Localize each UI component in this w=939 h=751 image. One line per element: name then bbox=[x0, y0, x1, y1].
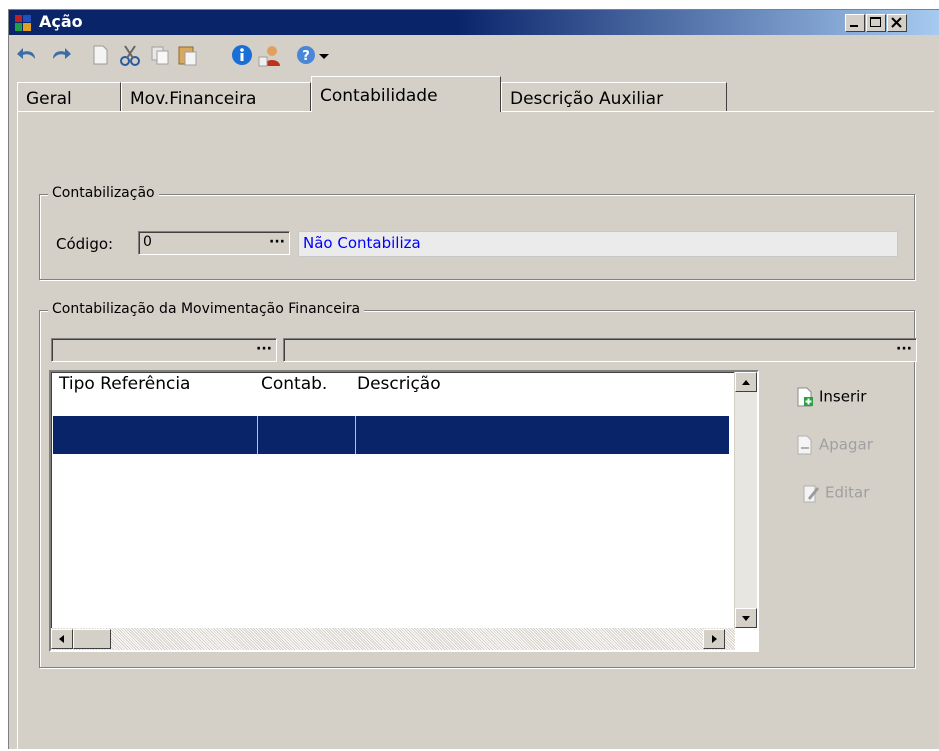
new-document-icon[interactable] bbox=[87, 43, 113, 67]
maximize-button[interactable] bbox=[866, 14, 886, 32]
dropdown-arrow-icon[interactable] bbox=[317, 43, 331, 67]
delete-document-icon bbox=[797, 435, 812, 455]
app-icon bbox=[15, 15, 31, 31]
column-header-contab[interactable]: Contab. bbox=[261, 374, 327, 394]
movimentacao-code-field[interactable]: ··· bbox=[51, 338, 277, 362]
maximize-icon bbox=[870, 17, 881, 27]
editar-button[interactable]: Editar bbox=[801, 482, 869, 504]
window-title: Ação bbox=[39, 12, 83, 31]
tab-label: Descrição Auxiliar bbox=[510, 89, 664, 109]
codigo-lookup-button[interactable]: ··· bbox=[269, 232, 285, 252]
scroll-down-icon bbox=[742, 616, 750, 621]
movimentacao-description-field[interactable]: ··· bbox=[283, 338, 917, 362]
column-header-tipo-referencia[interactable]: Tipo Referência bbox=[59, 374, 190, 394]
tab-label: Geral bbox=[26, 89, 72, 109]
contabilizacao-legend: Contabilização bbox=[48, 185, 159, 201]
inserir-button[interactable]: Inserir bbox=[795, 386, 866, 408]
tab-descricao-auxiliar[interactable]: Descrição Auxiliar bbox=[501, 82, 727, 112]
movimentacao-legend: Contabilização da Movimentação Financeir… bbox=[48, 301, 365, 317]
scroll-left-button[interactable] bbox=[51, 629, 73, 649]
codigo-description: Não Contabiliza bbox=[298, 231, 898, 257]
table-row-selected[interactable] bbox=[53, 416, 729, 454]
info-icon[interactable] bbox=[229, 43, 255, 67]
scroll-up-icon bbox=[742, 380, 750, 385]
minimize-icon bbox=[850, 25, 858, 27]
scroll-down-button[interactable] bbox=[735, 608, 757, 628]
column-header-descricao[interactable]: Descrição bbox=[357, 374, 441, 394]
edit-document-icon bbox=[803, 485, 819, 503]
paste-icon[interactable] bbox=[175, 43, 201, 67]
title-bar[interactable]: Ação bbox=[9, 10, 939, 35]
copy-icon[interactable] bbox=[147, 43, 173, 67]
inserir-label: Inserir bbox=[819, 387, 867, 406]
tab-label: Mov.Financeira bbox=[130, 89, 257, 109]
minimize-button[interactable] bbox=[845, 14, 865, 32]
user-icon[interactable] bbox=[257, 43, 283, 67]
tab-geral[interactable]: Geral bbox=[17, 82, 121, 112]
apagar-label: Apagar bbox=[819, 435, 873, 454]
close-button[interactable] bbox=[887, 14, 907, 32]
svg-text:?: ? bbox=[302, 49, 310, 64]
tab-mov-financeira[interactable]: Mov.Financeira bbox=[121, 82, 311, 112]
horizontal-scroll-thumb[interactable] bbox=[73, 629, 111, 649]
movimentacao-code-lookup-button[interactable]: ··· bbox=[256, 339, 272, 359]
scroll-up-button[interactable] bbox=[735, 372, 757, 392]
contabilizacao-group: Contabilização Código: 0 ··· Não Contabi… bbox=[39, 185, 915, 280]
codigo-field[interactable]: 0 ··· bbox=[138, 231, 290, 255]
undo-icon[interactable] bbox=[15, 43, 41, 67]
add-document-icon bbox=[797, 387, 813, 407]
codigo-label: Código: bbox=[56, 235, 114, 253]
redo-icon[interactable] bbox=[47, 43, 73, 67]
close-icon bbox=[891, 17, 902, 28]
scroll-right-button[interactable] bbox=[703, 629, 725, 649]
toolbar: ? bbox=[9, 36, 939, 74]
apagar-button[interactable]: Apagar bbox=[795, 434, 873, 456]
horizontal-scrollbar[interactable] bbox=[51, 628, 735, 650]
editar-label: Editar bbox=[825, 483, 870, 502]
movimentacao-description-lookup-button[interactable]: ··· bbox=[896, 339, 912, 359]
window: Ação ? Geral Mov.Financeira Contabilidad… bbox=[8, 9, 939, 751]
vertical-scrollbar[interactable] bbox=[734, 372, 757, 628]
cut-icon[interactable] bbox=[117, 43, 143, 67]
tab-contabilidade[interactable]: Contabilidade bbox=[311, 76, 501, 112]
column-divider bbox=[355, 416, 356, 454]
tab-strip: Geral Mov.Financeira Contabilidade Descr… bbox=[17, 76, 937, 112]
codigo-value: 0 bbox=[143, 234, 152, 250]
movimentacao-grid[interactable]: Tipo Referência Contab. Descrição bbox=[49, 370, 759, 652]
help-icon[interactable]: ? bbox=[293, 43, 319, 67]
column-divider bbox=[257, 416, 258, 454]
scroll-right-icon bbox=[712, 635, 717, 643]
tab-label: Contabilidade bbox=[320, 86, 438, 106]
scroll-left-icon bbox=[59, 635, 64, 643]
